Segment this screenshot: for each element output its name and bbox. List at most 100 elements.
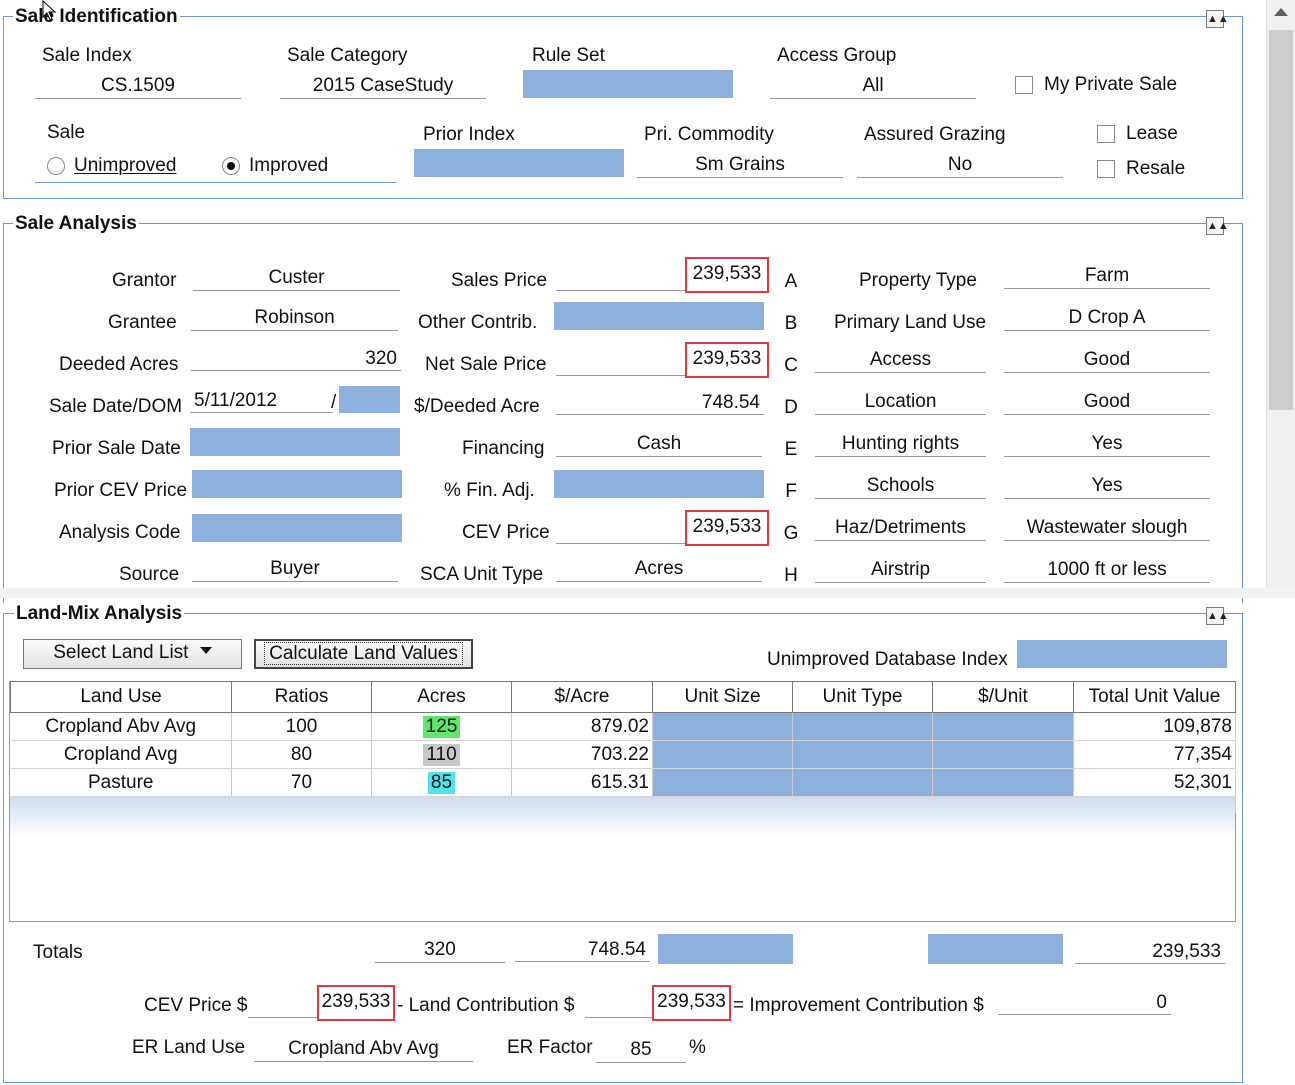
column-header-acres[interactable]: Acres (371, 681, 512, 713)
improved-radio[interactable] (222, 157, 240, 175)
land-use-cell[interactable]: Cropland Abv Avg (10, 712, 232, 741)
unit-size-cell[interactable] (652, 712, 793, 741)
unit-type-cell[interactable] (792, 712, 933, 741)
table-row[interactable]: Pasture 70 85 615.31 52,301 (10, 768, 1236, 797)
land-use-cell[interactable]: Pasture (10, 768, 232, 797)
column-header-unit-size[interactable]: Unit Size (652, 681, 793, 713)
triangle-down-icon (199, 647, 212, 655)
assured-grazing-field[interactable]: No (857, 153, 1063, 178)
resale-label: Resale (1126, 158, 1186, 179)
lease-checkbox[interactable] (1097, 125, 1115, 143)
ratio-cell[interactable]: 100 (231, 712, 372, 741)
financing-field[interactable]: Cash (556, 432, 762, 457)
er-land-use-field[interactable]: Cropland Abv Avg (254, 1037, 473, 1062)
attribute-value-access[interactable]: Good (1004, 348, 1210, 373)
acres-cell[interactable]: 85 (371, 768, 512, 797)
attribute-value-property-type[interactable]: Farm (1004, 264, 1210, 289)
other-contrib-field[interactable] (554, 302, 764, 330)
analysis-code-field[interactable] (192, 514, 402, 542)
prior-cev-price-field[interactable] (192, 470, 402, 498)
collapse-icon[interactable]: ▲▲ (1206, 217, 1229, 235)
total-unit-value-cell[interactable]: 77,354 (1073, 740, 1236, 769)
unit-size-cell[interactable] (652, 768, 793, 797)
source-field[interactable]: Buyer (192, 557, 398, 582)
totals-per-acre-field: 748.54 (515, 938, 650, 962)
per-unit-cell[interactable] (932, 740, 1074, 769)
sale-category-field[interactable]: 2015 CaseStudy (280, 74, 486, 99)
attribute-value-primary-land-use[interactable]: D Crop A (1004, 306, 1210, 331)
calculate-land-values-button[interactable]: Calculate Land Values (254, 639, 473, 669)
deeded-acres-field[interactable]: 320 (191, 347, 401, 371)
attribute-value-airstrip[interactable]: 1000 ft or less (1004, 558, 1210, 583)
acres-cell[interactable]: 110 (371, 740, 512, 769)
attribute-name-airstrip[interactable]: Airstrip (815, 558, 986, 583)
attribute-value-hunting-rights[interactable]: Yes (1004, 432, 1210, 457)
total-unit-value-cell[interactable]: 52,301 (1073, 768, 1236, 797)
unimproved-radio[interactable] (47, 157, 65, 175)
column-header-per-unit[interactable]: $/Unit (932, 681, 1074, 713)
attribute-name-schools[interactable]: Schools (815, 474, 986, 499)
per-deeded-acre-field[interactable]: 748.54 (556, 391, 764, 415)
land-use-table: Land Use Ratios Acres $/Acre Unit Size U… (10, 681, 1236, 813)
attribute-value-haz-detriments[interactable]: Wastewater slough (1004, 516, 1210, 541)
er-land-use-label: ER Land Use (132, 1037, 246, 1058)
my-private-sale-checkbox[interactable] (1015, 76, 1033, 94)
cev-price-dollar-label: CEV Price $ (144, 995, 248, 1016)
sca-unit-type-label: SCA Unit Type (420, 564, 544, 585)
ratio-cell[interactable]: 80 (231, 740, 372, 769)
assured-grazing-label: Assured Grazing (864, 124, 1006, 145)
column-header-total-unit-value[interactable]: Total Unit Value (1073, 681, 1236, 713)
attribute-value-location[interactable]: Good (1004, 390, 1210, 415)
unit-type-cell[interactable] (792, 768, 933, 797)
per-acre-cell[interactable]: 615.31 (511, 768, 653, 797)
column-header-unit-type[interactable]: Unit Type (792, 681, 933, 713)
sca-unit-type-field[interactable]: Acres (556, 557, 762, 582)
scroll-up-arrow-icon[interactable] (1274, 8, 1288, 16)
prior-cev-price-label: Prior CEV Price (54, 480, 188, 501)
prior-sale-date-field[interactable] (190, 428, 400, 456)
per-unit-cell[interactable] (932, 768, 1074, 797)
attribute-value-schools[interactable]: Yes (1004, 474, 1210, 499)
dom-field[interactable] (339, 386, 400, 413)
collapse-icon[interactable]: ▲▲ (1206, 10, 1229, 28)
land-use-cell[interactable]: Cropland Avg (10, 740, 232, 769)
rule-set-field[interactable] (523, 70, 733, 98)
sale-date-field[interactable]: 5/11/2012 (190, 389, 333, 413)
select-land-list-button[interactable]: Select Land List (23, 639, 242, 669)
ratio-cell[interactable]: 70 (231, 768, 372, 797)
row-letter-b: B (784, 313, 798, 334)
column-header-per-acre[interactable]: $/Acre (511, 681, 653, 713)
attribute-name-location[interactable]: Location (815, 390, 986, 415)
attribute-name-access[interactable]: Access (815, 348, 986, 373)
unit-size-cell[interactable] (652, 740, 793, 769)
attribute-name-haz-detriments[interactable]: Haz/Detriments (815, 516, 986, 541)
sales-price-label: Sales Price (451, 270, 548, 291)
collapse-icon[interactable]: ▲▲ (1206, 607, 1229, 625)
totals-label: Totals (33, 942, 83, 963)
unit-type-cell[interactable] (792, 740, 933, 769)
pri-commodity-field[interactable]: Sm Grains (637, 153, 843, 178)
unimproved-db-index-label: Unimproved Database Index (767, 649, 1008, 670)
table-row[interactable]: Cropland Abv Avg 100 125 879.02 109,878 (10, 712, 1236, 741)
vertical-scrollbar[interactable] (1266, 0, 1295, 588)
sales-price-value: 239,533 (685, 257, 769, 293)
table-row[interactable]: Cropland Avg 80 110 703.22 77,354 (10, 740, 1236, 769)
grantee-field[interactable]: Robinson (191, 306, 398, 331)
per-unit-cell[interactable] (932, 712, 1074, 741)
attribute-name-hunting-rights[interactable]: Hunting rights (815, 432, 986, 457)
resale-checkbox[interactable] (1097, 160, 1115, 178)
unimproved-db-index-field[interactable] (1017, 640, 1227, 668)
prior-index-field[interactable] (414, 149, 624, 177)
sale-index-field[interactable]: CS.1509 (35, 74, 241, 99)
grantor-field[interactable]: Custer (193, 266, 400, 291)
per-acre-cell[interactable]: 879.02 (511, 712, 653, 741)
scrollbar-thumb[interactable] (1269, 30, 1293, 410)
er-factor-field[interactable]: 85 (596, 1038, 686, 1063)
acres-cell[interactable]: 125 (371, 712, 512, 741)
fin-adj-field[interactable] (554, 470, 764, 498)
per-acre-cell[interactable]: 703.22 (511, 740, 653, 769)
column-header-ratios[interactable]: Ratios (231, 681, 372, 713)
column-header-land-use[interactable]: Land Use (10, 681, 232, 713)
access-group-field[interactable]: All (770, 74, 976, 99)
total-unit-value-cell[interactable]: 109,878 (1073, 712, 1236, 741)
